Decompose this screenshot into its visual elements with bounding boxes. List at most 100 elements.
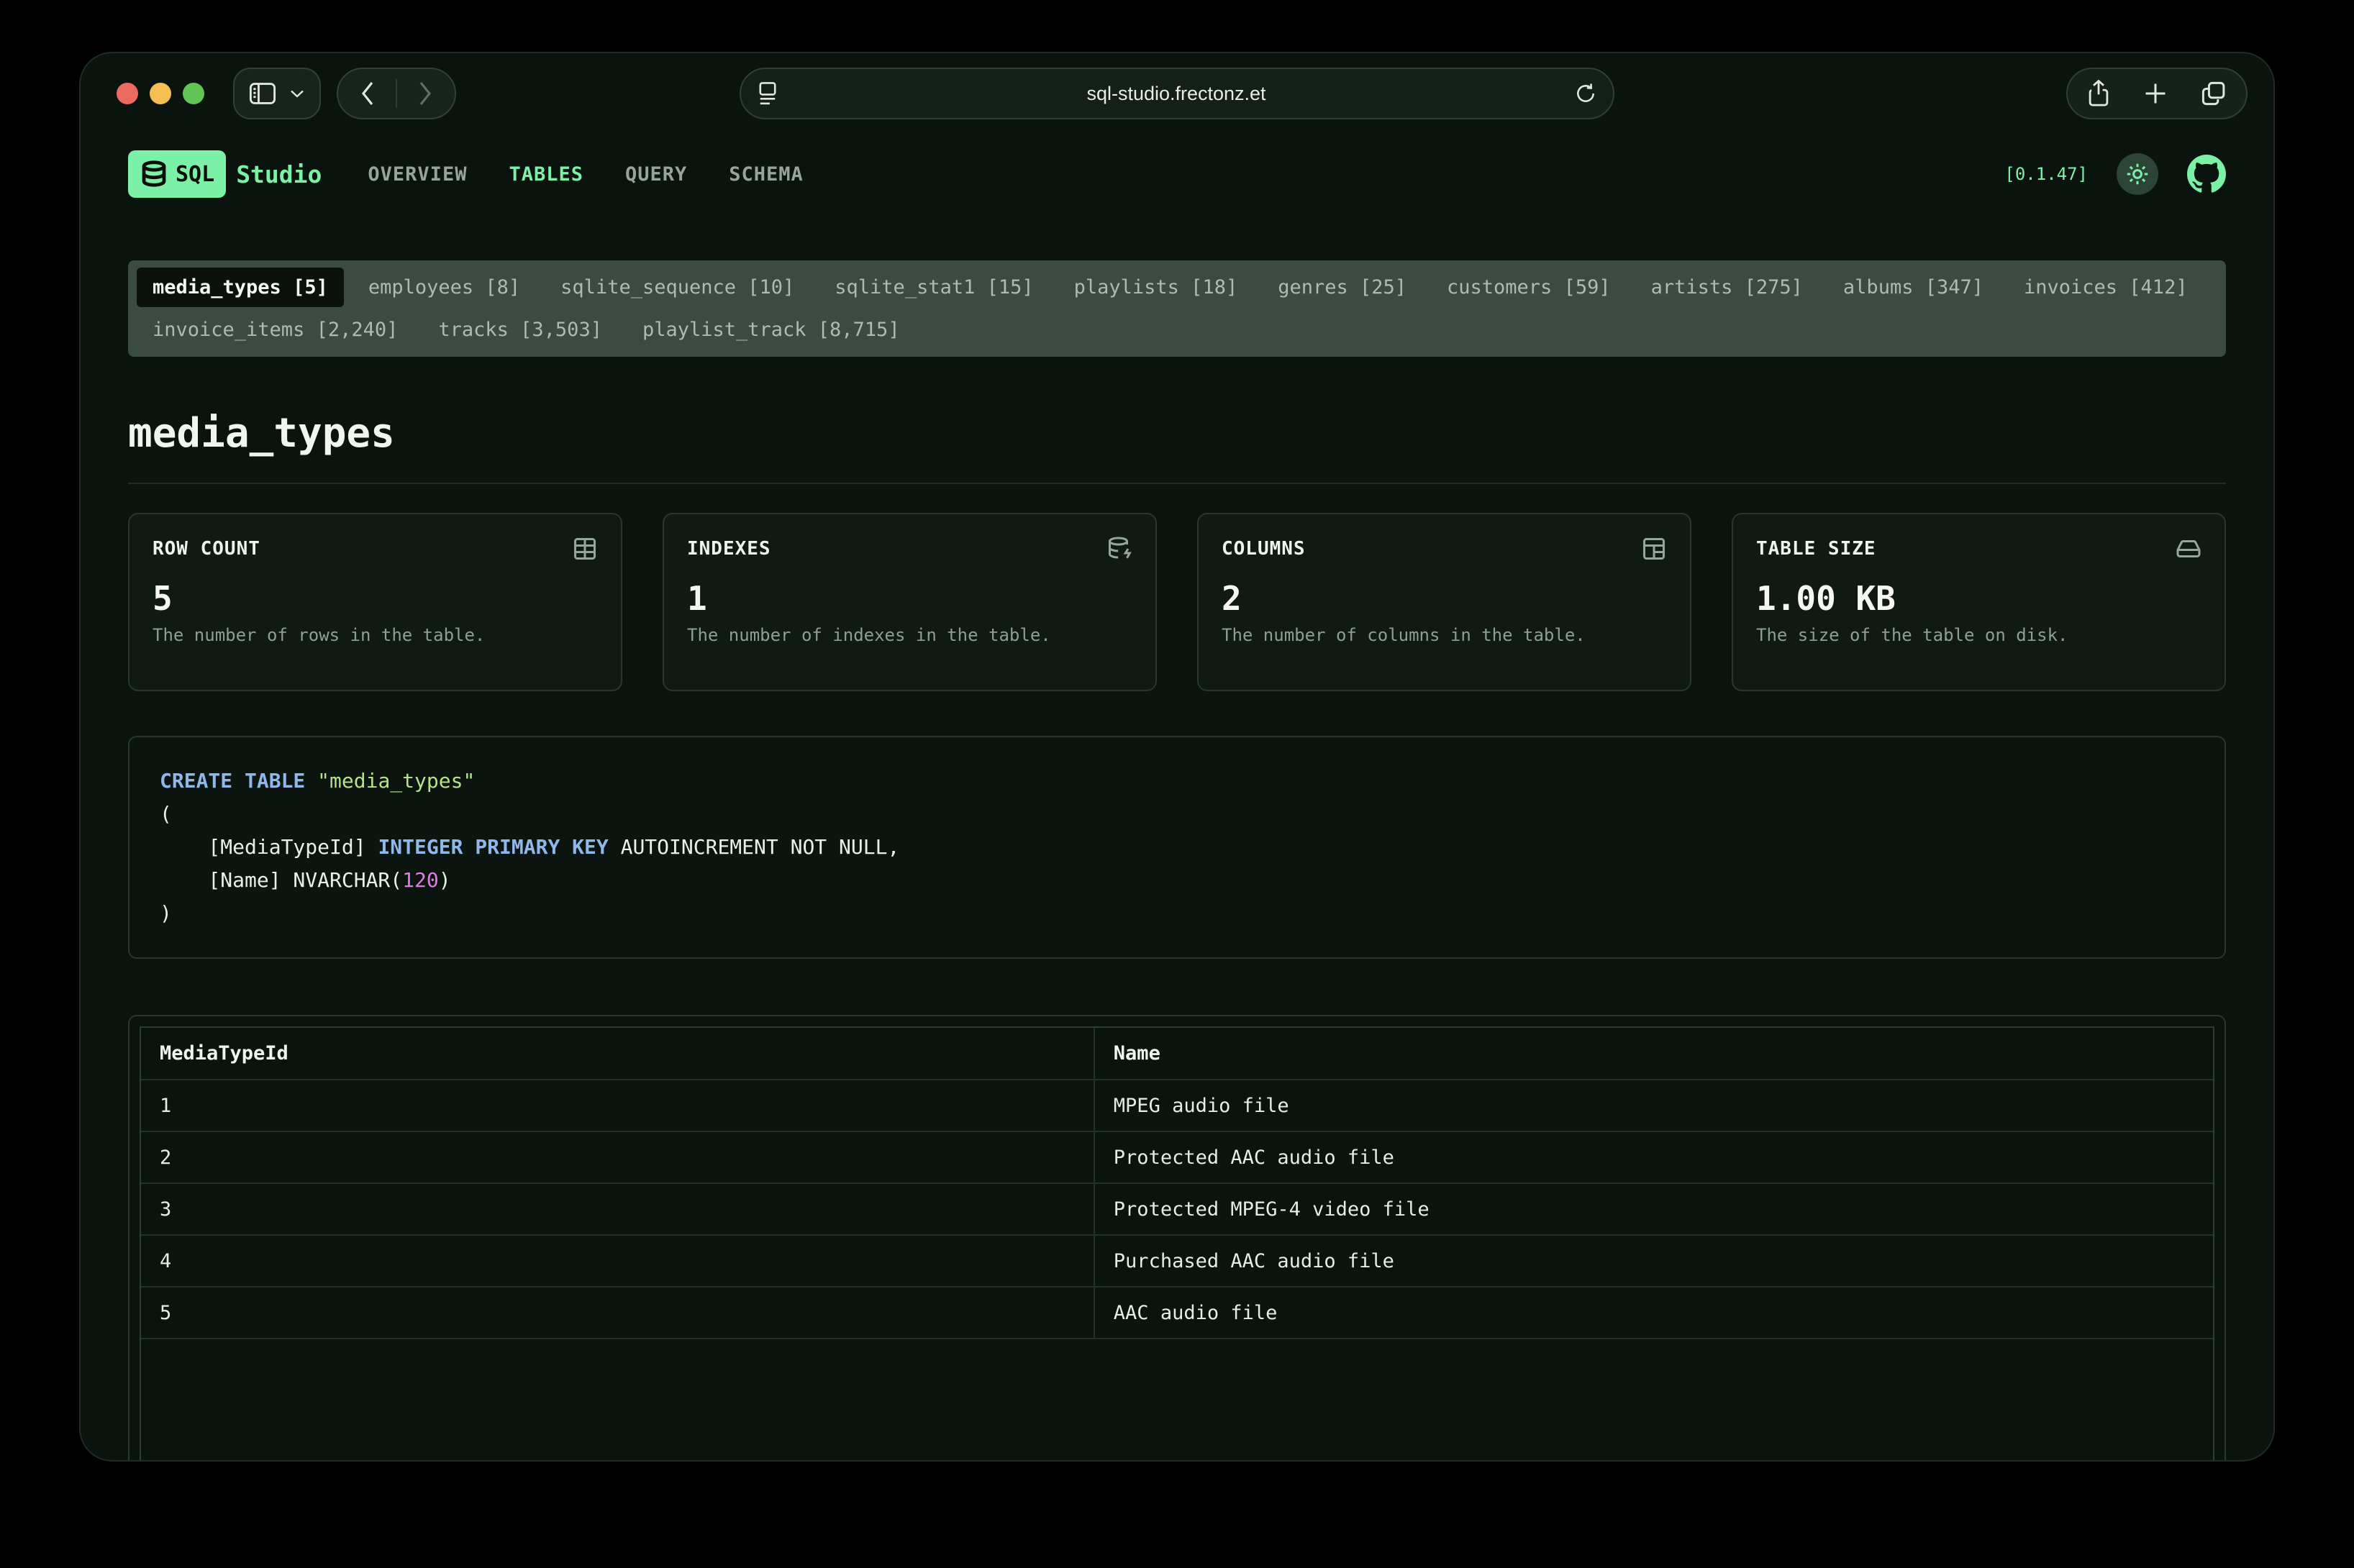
cell-mediatypeid: 3 <box>141 1183 1094 1235</box>
stat-card-table-size: TABLE SIZE 1.00 KB The size of the table… <box>1732 513 2226 691</box>
history-nav-group <box>337 68 456 119</box>
nav-item-overview[interactable]: OVERVIEW <box>368 163 467 186</box>
sun-icon <box>2124 161 2150 187</box>
table-row: 4 Purchased AAC audio file <box>141 1235 2213 1287</box>
app-logo[interactable]: SQL Studio <box>128 150 322 198</box>
cell-name: Purchased AAC audio file <box>1094 1235 2213 1287</box>
table-header-row: MediaTypeId Name <box>141 1028 2213 1080</box>
page-content: media_types [5]employees [8]sqlite_seque… <box>81 260 2273 1462</box>
close-window-button[interactable] <box>117 83 138 104</box>
column-header-name: Name <box>1094 1028 2213 1080</box>
table-grid-icon <box>572 536 598 562</box>
data-table: MediaTypeId Name 1 MPEG audio file <box>141 1028 2213 1339</box>
nav-item-tables[interactable]: TABLES <box>509 163 583 186</box>
stat-value: 5 <box>153 579 598 618</box>
zoom-window-button[interactable] <box>183 83 204 104</box>
forward-button[interactable] <box>406 78 445 109</box>
stat-cards: ROW COUNT 5 The number of rows in the ta… <box>128 513 2226 691</box>
column-header-mediatypeid: MediaTypeId <box>141 1028 1094 1080</box>
chevron-down-icon[interactable] <box>289 88 305 99</box>
table-tab[interactable]: employees [8] <box>353 268 536 307</box>
sql-token: 120 <box>402 868 439 892</box>
logo-studio-text: Studio <box>236 160 322 188</box>
url-text: sql-studio.frectonz.et <box>778 83 1574 105</box>
theme-toggle-button[interactable] <box>2117 153 2158 195</box>
page-title: media_types <box>128 410 2226 484</box>
tab-overview-icon[interactable] <box>2200 80 2227 107</box>
cell-mediatypeid: 5 <box>141 1287 1094 1339</box>
sidebar-toggle-group <box>233 68 321 119</box>
stat-card-columns: COLUMNS 2 The number of columns in the t… <box>1197 513 1691 691</box>
cell-name: Protected AAC audio file <box>1094 1131 2213 1183</box>
stat-description: The number of indexes in the table. <box>687 625 1132 645</box>
reader-icon[interactable] <box>757 80 778 107</box>
table-tab[interactable]: playlist_track [8,715] <box>627 310 916 350</box>
sql-token: "media_types" <box>317 769 475 793</box>
stat-value: 1.00 KB <box>1756 579 2201 618</box>
app-navbar: SQL Studio OVERVIEW TABLES QUERY SCHEMA … <box>81 134 2273 214</box>
logo-badge: SQL <box>128 150 226 198</box>
stat-label: INDEXES <box>687 538 771 560</box>
table-tab[interactable]: playlists [18] <box>1058 268 1254 307</box>
browser-toolbar: sql-studio.frectonz.et <box>81 53 2273 134</box>
url-bar[interactable]: sql-studio.frectonz.et <box>740 68 1614 119</box>
table-tab[interactable]: artists [275] <box>1635 268 1819 307</box>
github-icon <box>2187 155 2226 193</box>
toolbar-right-group <box>2066 68 2248 119</box>
database-zap-icon <box>1106 536 1132 562</box>
table-tab[interactable]: media_types [5] <box>137 268 344 307</box>
cell-mediatypeid: 2 <box>141 1131 1094 1183</box>
stat-card-indexes: INDEXES 1 The number of indexes in the t… <box>663 513 1157 691</box>
browser-window: sql-studio.frectonz.et <box>79 52 2275 1462</box>
sql-code: CREATE TABLE "media_types" ( [MediaTypeI… <box>160 765 2194 930</box>
cell-mediatypeid: 1 <box>141 1080 1094 1131</box>
stat-label: TABLE SIZE <box>1756 538 1876 560</box>
stat-description: The number of columns in the table. <box>1222 625 1667 645</box>
database-icon <box>140 160 168 188</box>
nav-item-schema[interactable]: SCHEMA <box>729 163 804 186</box>
cell-name: Protected MPEG-4 video file <box>1094 1183 2213 1235</box>
sidebar-icon[interactable] <box>249 82 276 105</box>
stat-value: 2 <box>1222 579 1667 618</box>
data-table-card: MediaTypeId Name 1 MPEG audio file <box>128 1015 2226 1462</box>
version-badge: [0.1.47] <box>2004 164 2088 184</box>
back-button[interactable] <box>348 78 387 109</box>
table-tab[interactable]: invoices [412] <box>2008 268 2204 307</box>
nav-item-query[interactable]: QUERY <box>625 163 687 186</box>
stat-label: COLUMNS <box>1222 538 1306 560</box>
stat-label: ROW COUNT <box>153 538 260 560</box>
table-tab[interactable]: albums [347] <box>1827 268 1999 307</box>
stat-value: 1 <box>687 579 1132 618</box>
cell-name: AAC audio file <box>1094 1287 2213 1339</box>
table-row: 2 Protected AAC audio file <box>141 1131 2213 1183</box>
hard-drive-icon <box>2176 536 2201 562</box>
table-tab[interactable]: sqlite_sequence [10] <box>545 268 810 307</box>
stat-description: The size of the table on disk. <box>1756 625 2201 645</box>
table-row: 3 Protected MPEG-4 video file <box>141 1183 2213 1235</box>
data-table-wrapper: MediaTypeId Name 1 MPEG audio file <box>140 1026 2214 1462</box>
table-row: 5 AAC audio file <box>141 1287 2213 1339</box>
table-tab[interactable]: tracks [3,503] <box>422 310 618 350</box>
table-tab[interactable]: customers [59] <box>1431 268 1627 307</box>
minimize-window-button[interactable] <box>150 83 171 104</box>
share-icon[interactable] <box>2086 78 2111 109</box>
github-link[interactable] <box>2187 155 2226 193</box>
sql-token: ( [MediaTypeId] <box>160 802 378 859</box>
sql-token: INTEGER PRIMARY KEY <box>378 835 608 859</box>
table-tab[interactable]: sqlite_stat1 [15] <box>819 268 1049 307</box>
header-right: [0.1.47] <box>2004 153 2226 195</box>
table-tab[interactable]: invoice_items [2,240] <box>137 310 414 350</box>
divider <box>396 79 397 108</box>
cell-name: MPEG audio file <box>1094 1080 2213 1131</box>
stat-card-row-count: ROW COUNT 5 The number of rows in the ta… <box>128 513 622 691</box>
sql-token: CREATE TABLE <box>160 769 317 793</box>
table-tabs: media_types [5]employees [8]sqlite_seque… <box>128 260 2226 357</box>
create-table-sql: CREATE TABLE "media_types" ( [MediaTypeI… <box>128 736 2226 959</box>
stat-description: The number of rows in the table. <box>153 625 598 645</box>
table-tab[interactable]: genres [25] <box>1262 268 1422 307</box>
logo-sql-text: SQL <box>176 162 214 187</box>
traffic-lights <box>117 83 204 104</box>
nav-items: OVERVIEW TABLES QUERY SCHEMA <box>368 163 803 186</box>
new-tab-icon[interactable] <box>2142 81 2168 106</box>
reload-icon[interactable] <box>1574 81 1597 106</box>
